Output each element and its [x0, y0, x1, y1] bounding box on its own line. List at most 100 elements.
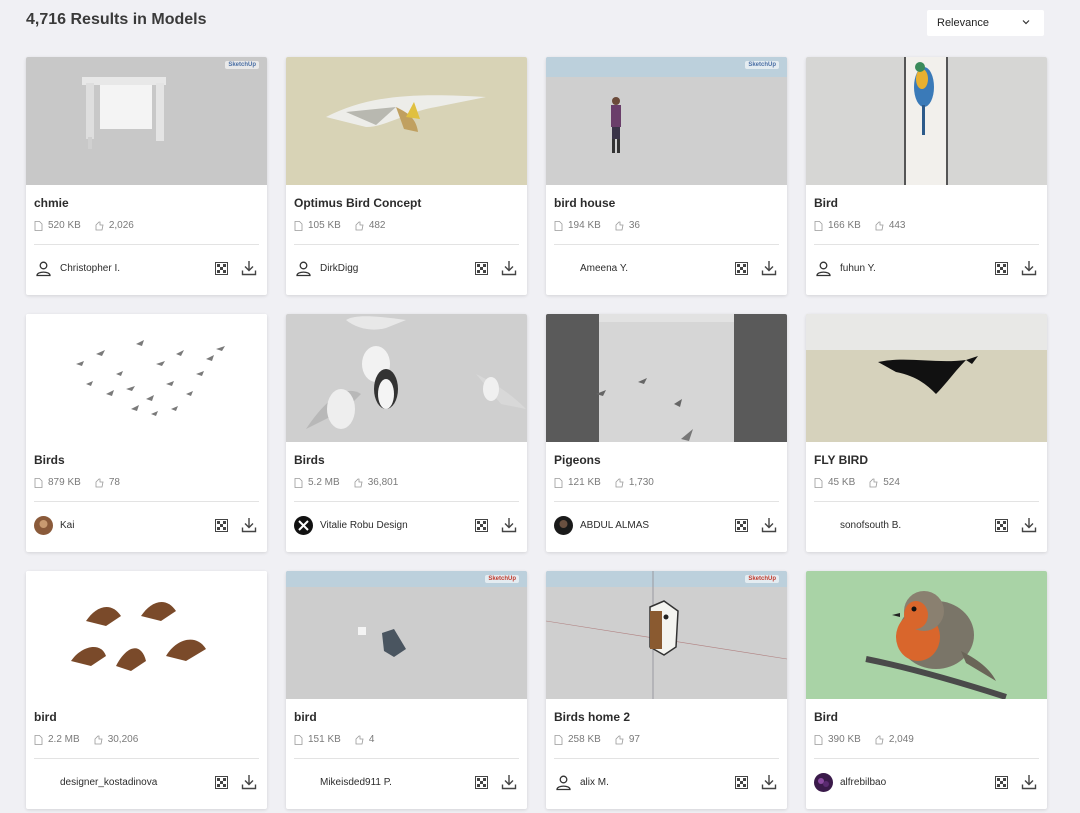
download-icon[interactable] — [241, 774, 257, 790]
model-card[interactable]: SketchUp bird 151 KB 4 Mikeisded911 P. — [286, 571, 527, 809]
model-card[interactable]: SketchUp chmie 520 KB 2,026 Christopher … — [26, 57, 267, 295]
download-icon[interactable] — [1021, 517, 1037, 533]
model-thumbnail[interactable]: SketchUp — [546, 571, 787, 699]
author-name[interactable]: sonofsouth B. — [840, 520, 901, 531]
model-card[interactable]: Pigeons 121 KB 1,730 ABDUL ALMAS — [546, 314, 787, 552]
download-icon[interactable] — [241, 260, 257, 276]
author[interactable]: sonofsouth B. — [814, 515, 901, 535]
ar-view-icon[interactable] — [475, 261, 488, 275]
author-name[interactable]: Kai — [60, 520, 74, 531]
model-meta: 105 KB 482 — [294, 220, 400, 231]
like-count: 4 — [368, 734, 375, 745]
model-title[interactable]: Bird — [814, 710, 838, 724]
sketchup-badge: SketchUp — [745, 575, 779, 583]
ar-view-icon[interactable] — [735, 261, 748, 275]
model-title[interactable]: bird — [34, 710, 57, 724]
sort-dropdown[interactable]: Relevance — [927, 10, 1044, 36]
model-thumbnail[interactable]: SketchUp — [286, 571, 527, 699]
ar-view-icon[interactable] — [735, 775, 748, 789]
model-thumbnail[interactable] — [286, 57, 527, 185]
author[interactable]: Kai — [34, 515, 74, 535]
author-name[interactable]: Christopher I. — [60, 263, 120, 274]
author-name[interactable]: Vitalie Robu Design — [320, 520, 408, 531]
author-name[interactable]: alfrebilbao — [840, 777, 886, 788]
model-card[interactable]: Optimus Bird Concept 105 KB 482 DirkDigg — [286, 57, 527, 295]
model-thumbnail[interactable] — [26, 571, 267, 699]
model-thumbnail[interactable]: SketchUp — [546, 57, 787, 185]
author[interactable]: Christopher I. — [34, 258, 120, 278]
model-thumbnail[interactable] — [806, 571, 1047, 699]
download-icon[interactable] — [501, 260, 517, 276]
model-title[interactable]: chmie — [34, 196, 69, 210]
like-icon — [355, 735, 364, 744]
model-thumbnail[interactable] — [546, 314, 787, 442]
author-name[interactable]: Ameena Y. — [580, 263, 628, 274]
download-icon[interactable] — [501, 774, 517, 790]
model-title[interactable]: bird house — [554, 196, 615, 210]
model-thumbnail[interactable] — [26, 314, 267, 442]
author[interactable]: ABDUL ALMAS — [554, 515, 649, 535]
author-name[interactable]: designer_kostadinova — [60, 777, 157, 788]
ar-view-icon[interactable] — [215, 518, 228, 532]
author-name[interactable]: ABDUL ALMAS — [580, 520, 649, 531]
author[interactable]: fuhun Y. — [814, 258, 876, 278]
model-title[interactable]: bird — [294, 710, 317, 724]
download-icon[interactable] — [761, 774, 777, 790]
model-meta: 879 KB 78 — [34, 477, 134, 488]
card-actions — [995, 774, 1037, 790]
ar-view-icon[interactable] — [215, 261, 228, 275]
model-title[interactable]: Pigeons — [554, 453, 601, 467]
model-title[interactable]: FLY BIRD — [814, 453, 868, 467]
download-icon[interactable] — [1021, 774, 1037, 790]
download-icon[interactable] — [761, 260, 777, 276]
ar-view-icon[interactable] — [475, 518, 488, 532]
ar-view-icon[interactable] — [995, 261, 1008, 275]
model-card[interactable]: Birds 5.2 MB 36,801 Vitalie Robu Design — [286, 314, 527, 552]
ar-view-icon[interactable] — [475, 775, 488, 789]
file-icon — [554, 734, 563, 745]
model-card[interactable]: SketchUp Birds home 2 258 KB 97 alix M. — [546, 571, 787, 809]
model-meta: 390 KB 2,049 — [814, 734, 928, 745]
model-card[interactable]: SketchUp bird house 194 KB 36 Ameena Y. — [546, 57, 787, 295]
model-meta: 520 KB 2,026 — [34, 220, 148, 231]
author-name[interactable]: Mikeisded911 P. — [320, 777, 392, 788]
download-icon[interactable] — [1021, 260, 1037, 276]
model-thumbnail[interactable]: SketchUp — [26, 57, 267, 185]
model-card[interactable]: Bird 390 KB 2,049 alfrebilbao — [806, 571, 1047, 809]
ar-view-icon[interactable] — [995, 775, 1008, 789]
sketchup-badge: SketchUp — [485, 575, 519, 583]
author-name[interactable]: DirkDigg — [320, 263, 358, 274]
model-title[interactable]: Birds home 2 — [554, 710, 630, 724]
model-meta: 194 KB 36 — [554, 220, 654, 231]
author[interactable]: DirkDigg — [294, 258, 358, 278]
model-thumbnail[interactable] — [806, 314, 1047, 442]
model-title[interactable]: Birds — [294, 453, 325, 467]
author[interactable]: Ameena Y. — [554, 258, 628, 278]
model-card[interactable]: Bird 166 KB 443 fuhun Y. — [806, 57, 1047, 295]
file-icon — [294, 477, 303, 488]
author-name[interactable]: fuhun Y. — [840, 263, 876, 274]
author[interactable]: Mikeisded911 P. — [294, 772, 392, 792]
ar-view-icon[interactable] — [995, 518, 1008, 532]
card-actions — [475, 774, 517, 790]
ar-view-icon[interactable] — [215, 775, 228, 789]
ar-view-icon[interactable] — [735, 518, 748, 532]
model-title[interactable]: Birds — [34, 453, 65, 467]
download-icon[interactable] — [241, 517, 257, 533]
model-title[interactable]: Bird — [814, 196, 838, 210]
model-thumbnail[interactable] — [286, 314, 527, 442]
author[interactable]: Vitalie Robu Design — [294, 515, 408, 535]
like-icon — [869, 478, 878, 487]
model-card[interactable]: bird 2.2 MB 30,206 designer_kostadinova — [26, 571, 267, 809]
model-card[interactable]: Birds 879 KB 78 Kai — [26, 314, 267, 552]
model-title[interactable]: Optimus Bird Concept — [294, 196, 421, 210]
model-card[interactable]: FLY BIRD 45 KB 524 sonofsouth B. — [806, 314, 1047, 552]
author[interactable]: alix M. — [554, 772, 609, 792]
author-name[interactable]: alix M. — [580, 777, 609, 788]
model-thumbnail[interactable] — [806, 57, 1047, 185]
card-divider — [814, 758, 1039, 759]
author[interactable]: designer_kostadinova — [34, 772, 157, 792]
download-icon[interactable] — [501, 517, 517, 533]
download-icon[interactable] — [761, 517, 777, 533]
author[interactable]: alfrebilbao — [814, 772, 886, 792]
